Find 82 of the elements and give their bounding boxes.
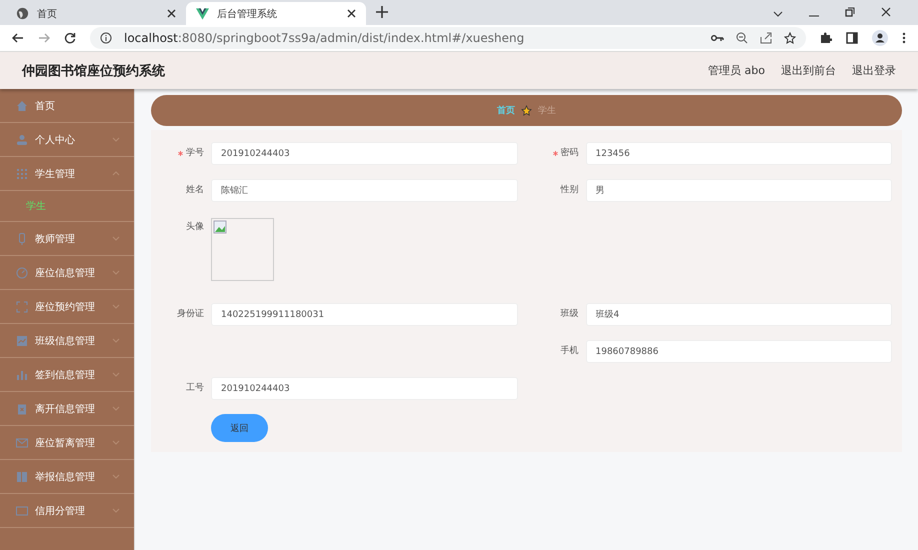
key-icon[interactable]	[711, 34, 724, 42]
close-icon[interactable]	[881, 7, 891, 17]
sidebar-item[interactable]: 个人中心	[0, 123, 134, 157]
side-panel-icon[interactable]	[846, 32, 858, 44]
sidebar-item[interactable]: 座位信息管理	[0, 256, 134, 290]
input-field[interactable]: 陈锦汇	[211, 179, 518, 202]
field-label: 班级	[560, 308, 578, 321]
sidebar-item[interactable]: 座位预约管理	[0, 290, 134, 324]
chevron-down-icon	[112, 372, 120, 377]
field-label: 手机	[560, 344, 578, 358]
home-icon	[16, 100, 28, 112]
sidebar-item[interactable]: 座位暂离管理	[0, 426, 134, 460]
chart-icon	[16, 334, 28, 346]
field-label: 头像	[186, 220, 204, 234]
broken-image-icon	[211, 218, 274, 281]
header-link[interactable]: 退出登录	[852, 63, 896, 78]
menu-icon[interactable]	[902, 32, 906, 44]
info-icon	[100, 32, 112, 44]
phone-icon	[16, 232, 28, 244]
chevron-down-icon	[112, 304, 120, 309]
share-icon[interactable]	[760, 32, 772, 44]
chevron-up-icon	[112, 171, 120, 176]
field-label: 性别	[560, 184, 578, 197]
star-icon	[521, 105, 532, 116]
header-link[interactable]: 退出到前台	[781, 63, 836, 78]
minimize-icon[interactable]	[809, 15, 819, 17]
input-field[interactable]: 123456	[586, 142, 892, 165]
star-icon[interactable]	[784, 32, 796, 44]
dial-icon	[16, 266, 28, 278]
person-icon	[16, 134, 28, 146]
frame-icon	[16, 300, 28, 312]
sidebar-item[interactable]: 离开信息管理	[0, 392, 134, 426]
chevron-down-icon	[112, 338, 120, 343]
input-field[interactable]: 班级4	[586, 303, 892, 326]
sidebar-item[interactable]: 班级信息管理	[0, 324, 134, 358]
browser-tab[interactable]: 后台管理系统	[186, 2, 366, 25]
field-label: 工号	[186, 382, 204, 395]
input-field[interactable]: 201910244403	[211, 142, 518, 165]
chevron-down-icon	[112, 137, 120, 142]
header-link[interactable]: 管理员 abo	[708, 63, 765, 78]
input-field[interactable]: 19860789886	[586, 340, 892, 363]
back-icon[interactable]	[12, 32, 24, 44]
field-label: 姓名	[186, 184, 204, 197]
new-tab-icon[interactable]	[376, 6, 388, 18]
address-field[interactable]: localhost:8080/springboot7ss9a/admin/dist/index.html#/xuesheng	[90, 27, 806, 49]
back-button[interactable]: 返回	[211, 414, 268, 442]
breadcrumb-link[interactable]: 首页	[497, 104, 515, 117]
chevron-down-icon	[112, 508, 120, 513]
chevron-down-icon	[112, 270, 120, 275]
input-field[interactable]: 男	[586, 179, 892, 202]
sidebar-item[interactable]: 首页	[0, 89, 134, 123]
chevron-down-icon	[112, 474, 120, 479]
avatar-icon[interactable]	[872, 30, 888, 46]
chevron-down-icon[interactable]	[773, 11, 783, 17]
reload-icon[interactable]	[64, 32, 76, 44]
sidebar-item[interactable]: 信用分管理	[0, 494, 134, 528]
envelope-icon	[16, 436, 28, 448]
restore-icon[interactable]	[845, 7, 855, 17]
input-field[interactable]: 140225199911180031	[211, 303, 518, 326]
zoom-out-icon[interactable]	[736, 32, 748, 44]
sidebar-item[interactable]: 教师管理	[0, 222, 134, 256]
chevron-down-icon	[112, 236, 120, 241]
card-icon	[16, 504, 28, 516]
field-label: 密码	[560, 146, 578, 160]
close-icon[interactable]	[167, 9, 176, 18]
bar-chart-icon	[16, 368, 28, 380]
browser-tab[interactable]: 首页	[6, 2, 186, 25]
sidebar-subitem[interactable]: 学生	[0, 191, 134, 222]
v-logo-icon	[196, 8, 209, 20]
chevron-down-icon	[112, 440, 120, 445]
chevron-down-icon	[112, 406, 120, 411]
sidebar-item[interactable]: 签到信息管理	[0, 358, 134, 392]
book-icon	[16, 470, 28, 482]
sidebar-item[interactable]: 学生管理	[0, 157, 134, 191]
grid-icon	[16, 168, 28, 180]
field-label: 学号	[186, 146, 204, 160]
field-label: 身份证	[177, 308, 204, 321]
input-field[interactable]: 201910244403	[211, 377, 518, 400]
close-icon[interactable]	[347, 9, 356, 18]
app-title: 仲园图书馆座位预约系统	[22, 62, 165, 80]
puzzle-icon[interactable]	[820, 32, 832, 44]
sidebar-item[interactable]: 举报信息管理	[0, 460, 134, 494]
